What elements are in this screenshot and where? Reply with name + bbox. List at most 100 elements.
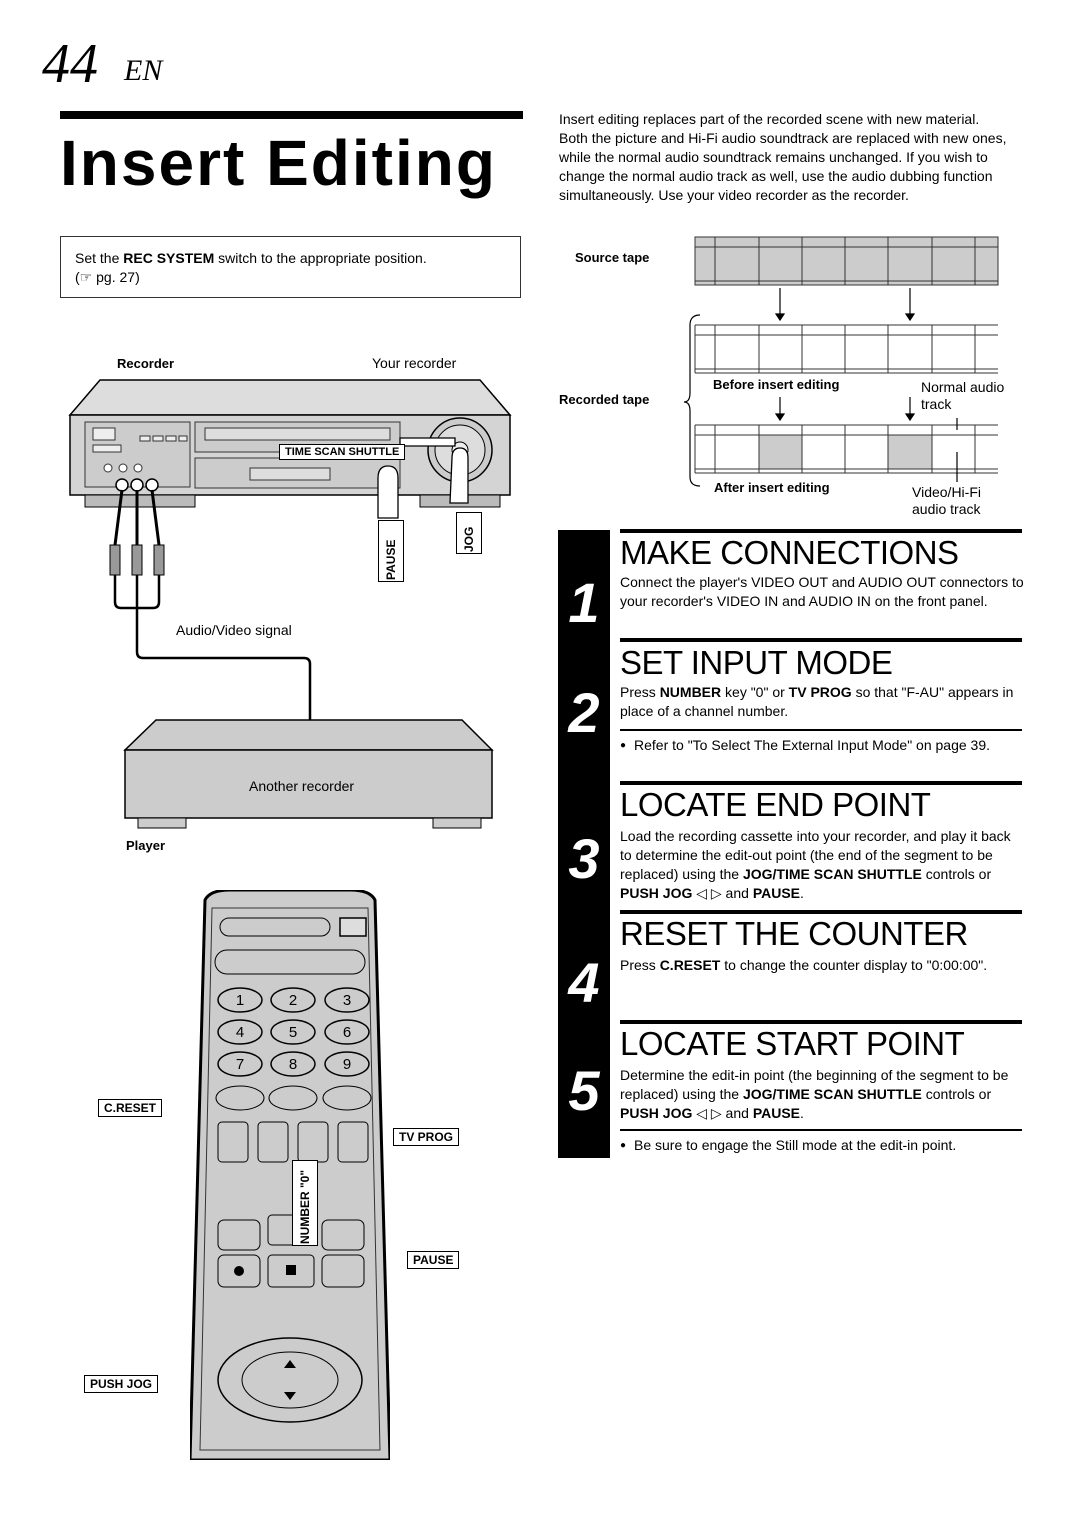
step-5-divider [620, 1129, 1022, 1131]
step-2-bullet: Refer to "To Select The External Input M… [620, 736, 1025, 755]
tape-frame [887, 246, 933, 282]
pointing-hand-icon: ☞ [79, 269, 93, 285]
jog-callout: JOG [456, 512, 482, 554]
av-signal-label: Audio/Video signal [176, 622, 292, 638]
tv-prog-button[interactable] [337, 1121, 369, 1163]
tape-frame [844, 434, 889, 470]
number-0-callout: NUMBER "0" [292, 1160, 318, 1246]
tape-frame [887, 334, 933, 370]
svg-text:8: 8 [289, 1056, 297, 1073]
number-key-1[interactable]: 1 [217, 987, 263, 1013]
your-recorder-label: Your recorder [372, 355, 457, 371]
step-5-number: 5 [568, 1059, 600, 1122]
number-key-5[interactable]: 5 [270, 1019, 316, 1045]
step-2-text: Press NUMBER key "0" or TV PROG so that … [620, 684, 1014, 719]
number-key-2[interactable]: 2 [270, 987, 316, 1013]
tape-frame [694, 246, 716, 282]
another-recorder-label: Another recorder [249, 778, 355, 794]
timescan-shuttle-callout: TIME SCAN SHUTTLE [279, 444, 406, 460]
tape-frame [887, 434, 933, 470]
step-4-number: 4 [568, 951, 600, 1014]
push-jog-callout: PUSH JOG [84, 1375, 159, 1393]
step-1-text: Connect the player's VIDEO OUT and AUDIO… [620, 574, 1024, 609]
number-key-6[interactable]: 6 [324, 1019, 370, 1045]
tv-prog-callout: TV PROG [393, 1128, 460, 1146]
after-insert-strip [694, 424, 998, 474]
step-number-column: 1 2 3 4 5 [558, 530, 610, 1158]
c-reset-button[interactable] [215, 1085, 265, 1111]
section-title: EDITING (cont.) [796, 49, 1018, 80]
step-1-rule [620, 529, 1022, 533]
c-reset-callout: C.RESET [98, 1099, 163, 1117]
remote-control: 1 2 3 4 5 6 7 8 9 [190, 890, 390, 1460]
step-4-text: Press C.RESET to change the counter disp… [620, 957, 988, 973]
step-1-number: 1 [568, 571, 600, 634]
svg-text:7: 7 [236, 1056, 244, 1073]
source-tape-label: Source tape [575, 250, 650, 265]
step-4-rule [620, 910, 1022, 914]
number-key-8[interactable]: 8 [270, 1051, 316, 1077]
tape-frame [931, 334, 976, 370]
step-3-title: LOCATE END POINT [620, 786, 931, 823]
recorded-tape-label: Recorded tape [559, 392, 650, 407]
pause-callout: PAUSE [378, 520, 404, 582]
svg-text:6: 6 [343, 1024, 351, 1041]
step-3-number: 3 [568, 827, 600, 890]
step-3-rule [620, 781, 1022, 785]
note-suffix: switch to the appropriate position. [214, 250, 427, 266]
svg-text:3: 3 [343, 992, 351, 1009]
tape-frame [801, 434, 846, 470]
svg-text:5: 5 [289, 1024, 297, 1041]
pause-button[interactable] [321, 1254, 365, 1288]
number-key-3[interactable]: 3 [324, 987, 370, 1013]
note-bold: REC SYSTEM [123, 250, 215, 266]
step-5-title: LOCATE START POINT [620, 1025, 965, 1062]
tape-frame [801, 246, 846, 282]
tape-frame [801, 334, 846, 370]
tape-frame [714, 334, 760, 370]
step-5-rule [620, 1020, 1022, 1024]
page-title: Insert Editing [60, 127, 497, 199]
tape-frame [758, 434, 803, 470]
step-2-divider [620, 729, 1022, 731]
tape-frame [844, 334, 889, 370]
svg-text:4: 4 [236, 1024, 244, 1041]
connection-diagram [68, 379, 512, 829]
recorder-label: Recorder [117, 356, 175, 371]
svg-text:1: 1 [236, 992, 244, 1009]
tape-frame [694, 334, 716, 370]
step-5-text: Determine the edit-in point (the beginni… [620, 1067, 1009, 1121]
step-2-rule [620, 638, 1022, 642]
intro-text: Insert editing replaces part of the reco… [559, 111, 1007, 203]
tape-frame [758, 246, 803, 282]
source-tape-strip [694, 236, 999, 286]
power-button[interactable] [339, 917, 367, 937]
number-key-7[interactable]: 7 [217, 1051, 263, 1077]
pause-remote-callout: PAUSE [407, 1251, 460, 1269]
tape-frame [694, 434, 716, 470]
note-box: Set the REC SYSTEM switch to the appropr… [60, 236, 521, 298]
title-rule [60, 111, 523, 119]
language-tag: EN [124, 54, 163, 87]
tape-frame [714, 246, 760, 282]
page-number: 44 [42, 33, 98, 95]
number-0-button[interactable] [268, 1085, 318, 1111]
step-5-bullet: Be sure to engage the Still mode at the … [620, 1136, 1025, 1155]
step-2-number: 2 [568, 681, 600, 744]
note-prefix: Set the [75, 250, 124, 266]
tape-frame [844, 246, 889, 282]
svg-text:2: 2 [289, 992, 297, 1009]
player-label: Player [126, 838, 166, 853]
tape-frame [714, 434, 760, 470]
tape-frame [931, 434, 976, 470]
before-insert-strip [694, 324, 998, 374]
step-4-title: RESET THE COUNTER [620, 915, 968, 952]
tape-frame [758, 334, 803, 370]
step-1-title: MAKE CONNECTIONS [620, 534, 959, 571]
number-key-9[interactable]: 9 [324, 1051, 370, 1077]
step-3-text: Load the recording cassette into your re… [620, 828, 1011, 901]
number-key-4[interactable]: 4 [217, 1019, 263, 1045]
tape-diagram [683, 236, 999, 487]
step-2-title: SET INPUT MODE [620, 644, 893, 681]
tape-frame [931, 246, 976, 282]
